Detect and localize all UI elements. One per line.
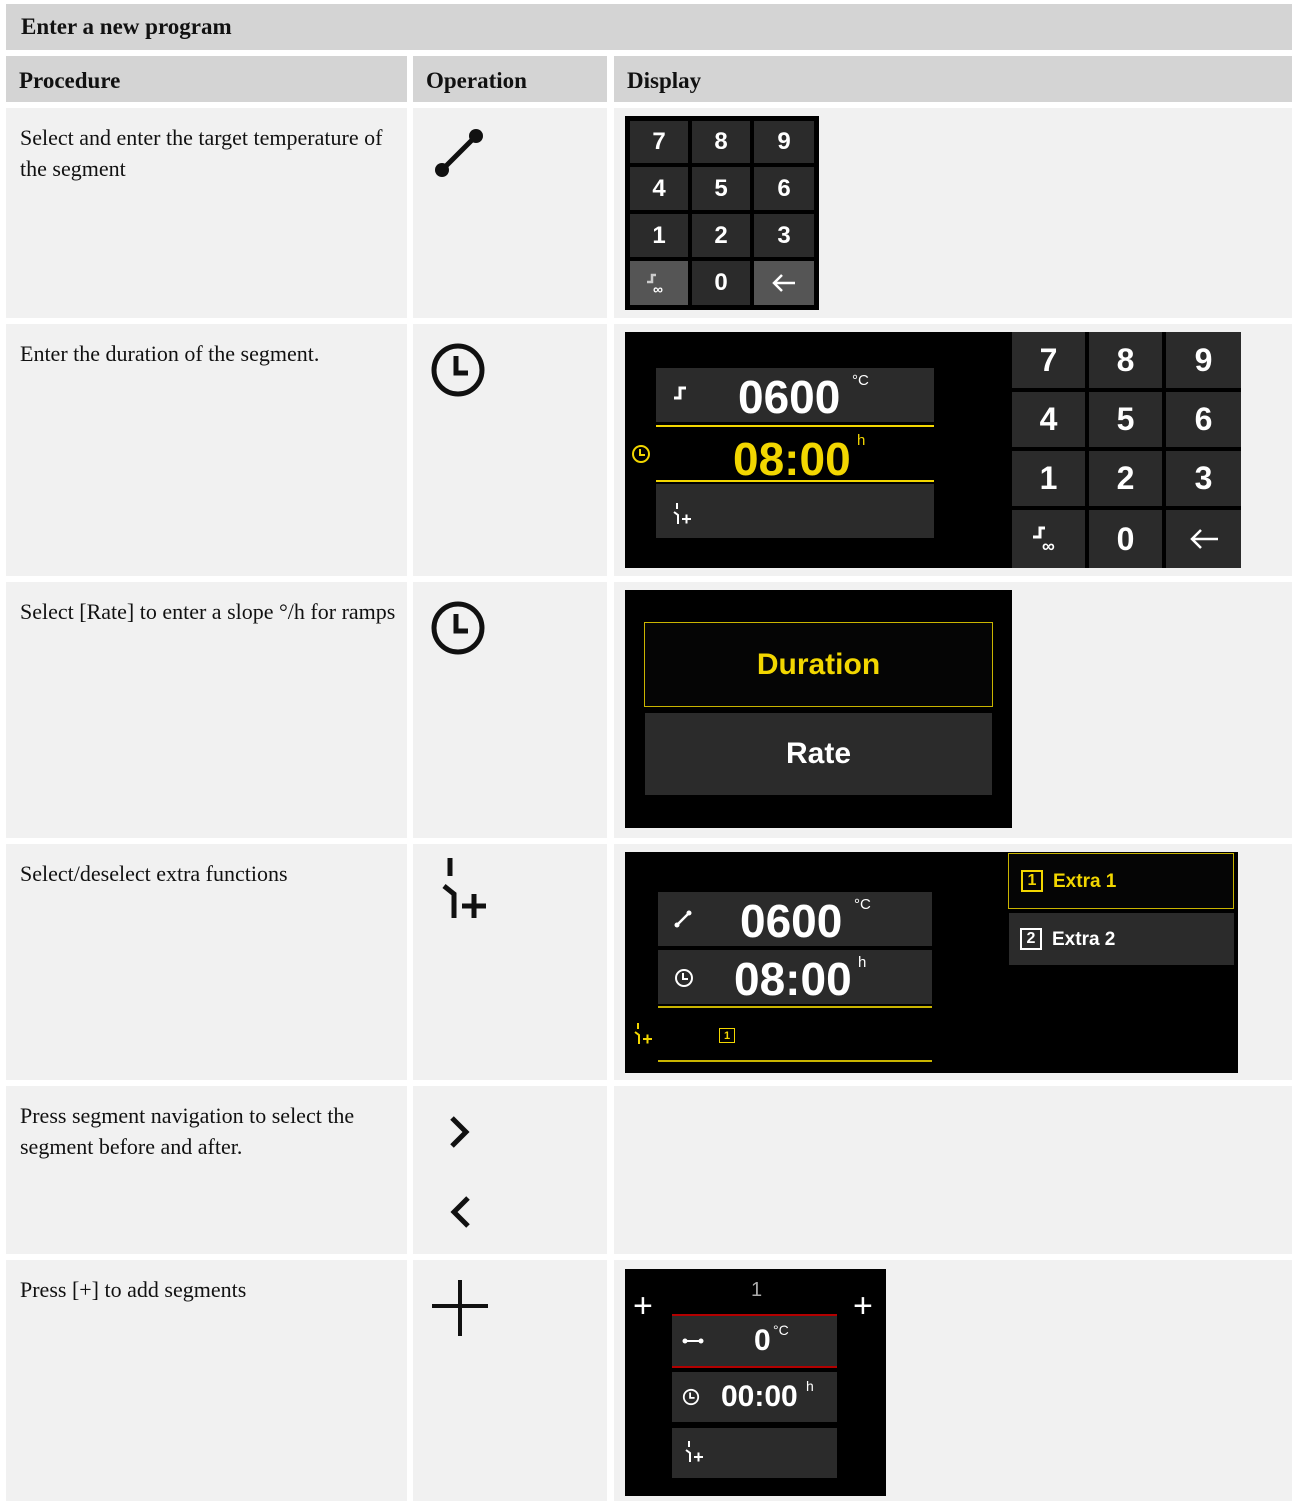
- extra-1-number: 1: [1021, 870, 1043, 892]
- header-operation: Operation: [413, 56, 607, 102]
- extra-2-number: 2: [1020, 928, 1042, 950]
- temperature-unit: °C: [852, 372, 869, 389]
- duration-value[interactable]: 08:00: [733, 432, 851, 486]
- key-backspace[interactable]: [1166, 510, 1241, 568]
- chevron-left-icon: [450, 1196, 470, 1228]
- procedure-cell-5: Press segment navigation to select the s…: [6, 1086, 407, 1254]
- key-0[interactable]: 0: [692, 261, 750, 305]
- key-6[interactable]: 6: [1166, 392, 1241, 447]
- key-8[interactable]: 8: [1089, 332, 1162, 388]
- temperature-field[interactable]: 0600 °C: [656, 368, 934, 423]
- key-3[interactable]: 3: [1166, 451, 1241, 506]
- key-7[interactable]: 7: [630, 121, 688, 163]
- extra-functions-icon: [673, 503, 691, 524]
- key-ramp-infinity[interactable]: ∞: [1012, 510, 1085, 568]
- extra-option-1[interactable]: 1 Extra 1: [1008, 853, 1234, 909]
- duration-field[interactable]: 08:00 h: [658, 950, 932, 1005]
- hold-icon: [682, 1338, 704, 1344]
- ramp-step-icon: [674, 386, 686, 400]
- key-9[interactable]: 9: [754, 121, 814, 163]
- duration-field[interactable]: 00:00 h: [672, 1372, 837, 1422]
- temperature-value: 0600: [738, 371, 841, 423]
- key-6[interactable]: 6: [754, 167, 814, 210]
- arrow-left-icon: [1189, 529, 1218, 549]
- clock-icon: [632, 445, 650, 463]
- duration-unit: h: [857, 432, 866, 449]
- table-title: Enter a new program: [6, 4, 1292, 50]
- duration-value: 00:00: [721, 1380, 798, 1413]
- temperature-field[interactable]: 0600 °C: [658, 892, 932, 947]
- add-segment-screen: 1 + + 0 °C 00:00 h: [625, 1269, 886, 1496]
- extra-functions-icon: [685, 1441, 703, 1462]
- clock-icon: [682, 1388, 700, 1406]
- procedure-cell-6: Press [+] to add segments: [6, 1260, 407, 1501]
- duration-option[interactable]: Duration: [644, 622, 993, 707]
- extra-functions-icon: [442, 858, 486, 918]
- display-cell-5: [614, 1086, 1292, 1254]
- key-5[interactable]: 5: [692, 167, 750, 210]
- duration-label: Duration: [756, 647, 881, 681]
- procedure-cell-3: Select [Rate] to enter a slope °/h for r…: [6, 582, 407, 838]
- temperature-unit: °C: [854, 896, 871, 913]
- extra-functions-field[interactable]: [672, 1428, 837, 1478]
- key-3[interactable]: 3: [754, 214, 814, 257]
- temperature-value: 0: [754, 1324, 771, 1357]
- key-0[interactable]: 0: [1089, 510, 1162, 568]
- procedure-cell-2: Enter the duration of the segment.: [6, 324, 407, 576]
- key-9[interactable]: 9: [1166, 332, 1241, 388]
- duration-rate-screen: Duration Rate: [625, 590, 1012, 828]
- arrow-left-icon: [772, 274, 795, 292]
- selected-extra-badge: 1: [719, 1028, 735, 1043]
- temperature-unit: °C: [773, 1322, 789, 1338]
- header-procedure: Procedure: [6, 56, 407, 102]
- chevron-right-icon: [450, 1116, 470, 1148]
- clock-icon: [431, 601, 485, 655]
- procedure-cell-1: Select and enter the target temperature …: [6, 108, 407, 318]
- ramp-icon: [435, 129, 483, 177]
- extra-functions-icon: [634, 1023, 652, 1044]
- duration-value: 08:00: [734, 953, 852, 1005]
- key-7[interactable]: 7: [1012, 332, 1085, 388]
- ramp-icon: [674, 910, 692, 928]
- key-backspace[interactable]: [754, 261, 814, 305]
- ramp-infinity-icon: ∞: [1032, 526, 1055, 555]
- key-ramp-infinity[interactable]: ∞: [630, 261, 688, 305]
- duration-unit: h: [858, 954, 867, 971]
- header-display: Display: [614, 56, 1292, 102]
- key-5[interactable]: 5: [1089, 392, 1162, 447]
- ramp-infinity-icon: ∞: [647, 273, 663, 296]
- extras-screen: 0600 °C 08:00 h 1 1 Extra 1 2 Extra 2: [625, 852, 1238, 1073]
- svg-text:∞: ∞: [1042, 536, 1055, 555]
- clock-icon: [431, 343, 485, 397]
- duration-unit: h: [806, 1378, 814, 1394]
- rate-option[interactable]: Rate: [645, 713, 992, 795]
- key-2[interactable]: 2: [692, 214, 750, 257]
- plus-icon: [432, 1280, 488, 1336]
- key-1[interactable]: 1: [1012, 451, 1085, 506]
- key-8[interactable]: 8: [692, 121, 750, 163]
- segment-number: 1: [751, 1279, 763, 1301]
- temperature-value: 0600: [740, 895, 843, 947]
- key-1[interactable]: 1: [630, 214, 688, 257]
- clock-icon: [675, 969, 693, 987]
- add-segment-before-button[interactable]: +: [633, 1289, 653, 1323]
- rate-label: Rate: [785, 737, 852, 770]
- key-4[interactable]: 4: [1012, 392, 1085, 447]
- extra-2-label: Extra 2: [1052, 929, 1116, 950]
- key-4[interactable]: 4: [630, 167, 688, 210]
- operation-cell-5: [413, 1086, 607, 1254]
- keypad-screen: 7 8 9 4 5 6 1 2 3 ∞ 0: [625, 116, 819, 310]
- add-segment-after-button[interactable]: +: [853, 1289, 873, 1323]
- extra-1-label: Extra 1: [1053, 871, 1117, 892]
- svg-text:∞: ∞: [653, 281, 663, 296]
- extra-functions-field[interactable]: [656, 484, 934, 538]
- temperature-field[interactable]: 0 °C: [672, 1316, 837, 1366]
- key-2[interactable]: 2: [1089, 451, 1162, 506]
- duration-screen: 0600 °C 08:00 h 7 8 9 4 5 6 1 2 3 ∞ 0: [625, 332, 1241, 568]
- extra-option-2[interactable]: 2 Extra 2: [1009, 913, 1234, 965]
- procedure-cell-4: Select/deselect extra functions: [6, 844, 407, 1080]
